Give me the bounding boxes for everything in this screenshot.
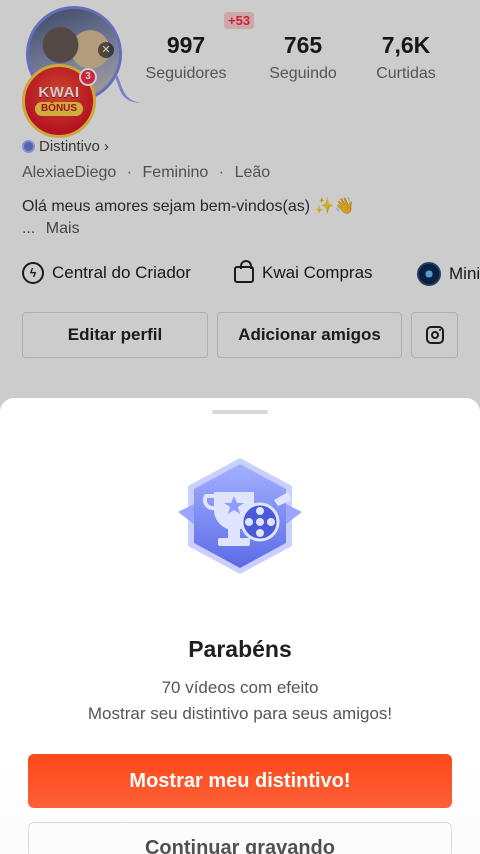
trophy-film-badge-icon — [178, 458, 302, 574]
continue-recording-button[interactable]: Continuar gravando — [28, 822, 452, 854]
show-badge-button[interactable]: Mostrar meu distintivo! — [28, 754, 452, 808]
drag-handle[interactable] — [212, 410, 268, 414]
share-hint-text: Mostrar seu distintivo para seus amigos! — [87, 704, 393, 723]
achievement-text: 70 vídeos com efeito — [161, 678, 319, 697]
sheet-title: Parabéns — [188, 636, 292, 662]
badge-bottom-sheet: Parabéns 70 vídeos com efeito Mostrar se… — [0, 398, 480, 854]
